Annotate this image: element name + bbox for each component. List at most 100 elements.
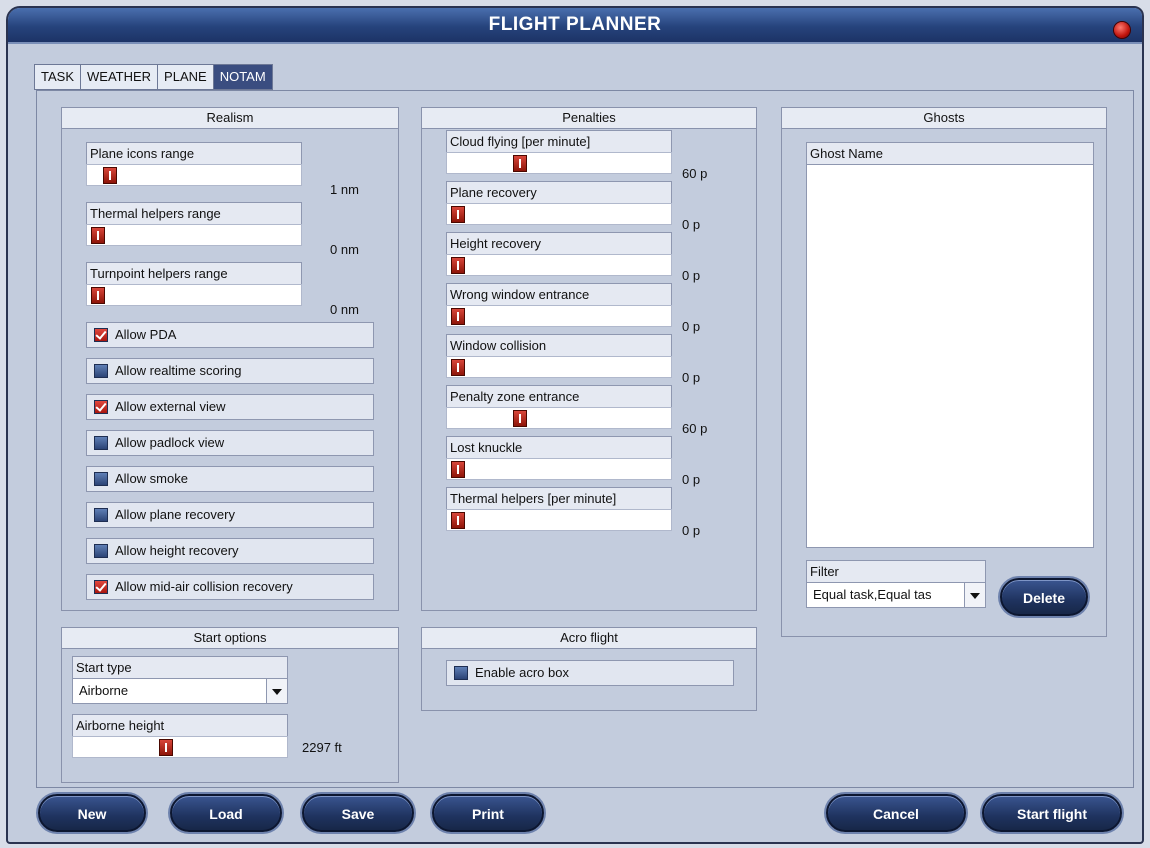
slider-thumb[interactable]	[159, 739, 174, 756]
filter-label: Filter	[806, 560, 986, 582]
new-button[interactable]: New	[38, 794, 146, 832]
tab-notam[interactable]: NOTAM	[212, 64, 273, 90]
slider-label: Plane recovery	[446, 181, 672, 203]
start-type-label: Start type	[72, 656, 288, 678]
start-options-header: Start options	[61, 627, 399, 649]
penalty-zone-entrance-slider[interactable]	[446, 407, 672, 429]
slider-thumb[interactable]	[512, 410, 527, 427]
chevron-down-icon[interactable]	[266, 679, 287, 703]
tab-weather[interactable]: WEATHER	[80, 64, 159, 90]
allow-padlock-view-checkbox[interactable]: Allow padlock view	[86, 430, 374, 456]
window-collision-slider[interactable]	[446, 356, 672, 378]
ghost-name-column-header[interactable]: Ghost Name	[806, 142, 1094, 164]
cloud-flying-slider[interactable]	[446, 152, 672, 174]
checkbox-icon	[94, 472, 108, 486]
slider-value: 0 nm	[330, 302, 359, 317]
start-type-value: Airborne	[79, 683, 129, 698]
cancel-button[interactable]: Cancel	[826, 794, 966, 832]
lost-knuckle-slider[interactable]	[446, 458, 672, 480]
filter-dropdown[interactable]: Equal task,Equal tas	[806, 582, 986, 608]
allow-mid-air-collision-recovery-checkbox[interactable]: Allow mid-air collision recovery	[86, 574, 374, 600]
slider-thumb[interactable]	[512, 155, 527, 172]
slider-label: Plane icons range	[86, 142, 302, 164]
slider-label: Wrong window entrance	[446, 283, 672, 305]
slider-thumb[interactable]	[451, 461, 465, 478]
tab-bar: TASK WEATHER PLANE NOTAM	[34, 64, 273, 90]
wrong-window-entrance-slider[interactable]	[446, 305, 672, 327]
slider-label: Thermal helpers [per minute]	[446, 487, 672, 509]
flight-planner-window: FLIGHT PLANNER TASK WEATHER PLANE NOTAM …	[6, 6, 1144, 844]
thermal-helpers-range-slider[interactable]	[86, 224, 302, 246]
checkbox-label: Enable acro box	[475, 665, 569, 680]
tab-plane[interactable]: PLANE	[157, 64, 214, 90]
acro-flight-group: Acro flight Enable acro box	[421, 627, 757, 711]
tab-task[interactable]: TASK	[34, 64, 81, 90]
acro-flight-header: Acro flight	[421, 627, 757, 649]
slider-label: Window collision	[446, 334, 672, 356]
checkbox-icon	[94, 400, 108, 414]
save-button[interactable]: Save	[302, 794, 414, 832]
slider-label: Turnpoint helpers range	[86, 262, 302, 284]
window-title: FLIGHT PLANNER	[488, 14, 662, 35]
start-flight-button[interactable]: Start flight	[982, 794, 1122, 832]
allow-smoke-checkbox[interactable]: Allow smoke	[86, 466, 374, 492]
checkbox-icon	[94, 580, 108, 594]
allow-realtime-scoring-checkbox[interactable]: Allow realtime scoring	[86, 358, 374, 384]
ghosts-header: Ghosts	[781, 107, 1107, 129]
slider-label: Penalty zone entrance	[446, 385, 672, 407]
enable-acro-box-checkbox[interactable]: Enable acro box	[446, 660, 734, 686]
slider-thumb[interactable]	[451, 206, 465, 223]
slider-value: 0 p	[682, 370, 701, 385]
slider-thumb[interactable]	[91, 287, 105, 304]
start-type-dropdown[interactable]: Airborne	[72, 678, 288, 704]
chevron-down-icon[interactable]	[964, 583, 985, 607]
airborne-height-label: Airborne height	[72, 714, 288, 736]
slider-value: 0 p	[682, 268, 701, 283]
delete-button[interactable]: Delete	[1000, 578, 1088, 616]
height-recovery-slider[interactable]	[446, 254, 672, 276]
checkbox-label: Allow mid-air collision recovery	[115, 579, 293, 594]
checkbox-label: Allow realtime scoring	[115, 363, 242, 378]
slider-thumb[interactable]	[91, 227, 105, 244]
slider-thumb[interactable]	[451, 257, 465, 274]
allow-external-view-checkbox[interactable]: Allow external view	[86, 394, 374, 420]
checkbox-label: Allow padlock view	[115, 435, 225, 450]
slider-label: Lost knuckle	[446, 436, 672, 458]
airborne-height-slider[interactable]	[72, 736, 288, 758]
realism-group: Realism Plane icons range 1 nm Thermal h…	[61, 107, 399, 611]
airborne-height-value: 2297 ft	[302, 740, 342, 755]
slider-thumb[interactable]	[451, 308, 465, 325]
title-bar: FLIGHT PLANNER	[8, 8, 1142, 44]
slider-thumb[interactable]	[451, 512, 465, 529]
allow-height-recovery-checkbox[interactable]: Allow height recovery	[86, 538, 374, 564]
slider-value: 1 nm	[330, 182, 359, 197]
realism-header: Realism	[61, 107, 399, 129]
filter-value: Equal task,Equal tas	[813, 587, 932, 602]
checkbox-label: Allow PDA	[115, 327, 177, 342]
allow-pda-checkbox[interactable]: Allow PDA	[86, 322, 374, 348]
slider-label: Thermal helpers range	[86, 202, 302, 224]
notam-panel: Realism Plane icons range 1 nm Thermal h…	[36, 90, 1134, 788]
checkbox-label: Allow smoke	[115, 471, 188, 486]
print-button[interactable]: Print	[432, 794, 544, 832]
checkbox-icon	[94, 364, 108, 378]
thermal-helpers-penalty-slider[interactable]	[446, 509, 672, 531]
plane-recovery-slider[interactable]	[446, 203, 672, 225]
slider-thumb[interactable]	[102, 167, 117, 184]
checkbox-label: Allow plane recovery	[115, 507, 235, 522]
checkbox-label: Allow external view	[115, 399, 226, 414]
close-icon[interactable]	[1114, 22, 1130, 38]
load-button[interactable]: Load	[170, 794, 282, 832]
slider-label: Cloud flying [per minute]	[446, 130, 672, 152]
turnpoint-helpers-range-slider[interactable]	[86, 284, 302, 306]
slider-thumb[interactable]	[451, 359, 465, 376]
penalties-group: Penalties Cloud flying [per minute] 60 p…	[421, 107, 757, 611]
checkbox-icon	[94, 328, 108, 342]
ghosts-list[interactable]	[806, 164, 1094, 548]
allow-plane-recovery-checkbox[interactable]: Allow plane recovery	[86, 502, 374, 528]
plane-icons-range-slider[interactable]	[86, 164, 302, 186]
penalties-header: Penalties	[421, 107, 757, 129]
slider-value: 60 p	[682, 166, 708, 181]
slider-value: 0 p	[682, 523, 701, 538]
start-options-group: Start options Start type Airborne Airbor…	[61, 627, 399, 783]
